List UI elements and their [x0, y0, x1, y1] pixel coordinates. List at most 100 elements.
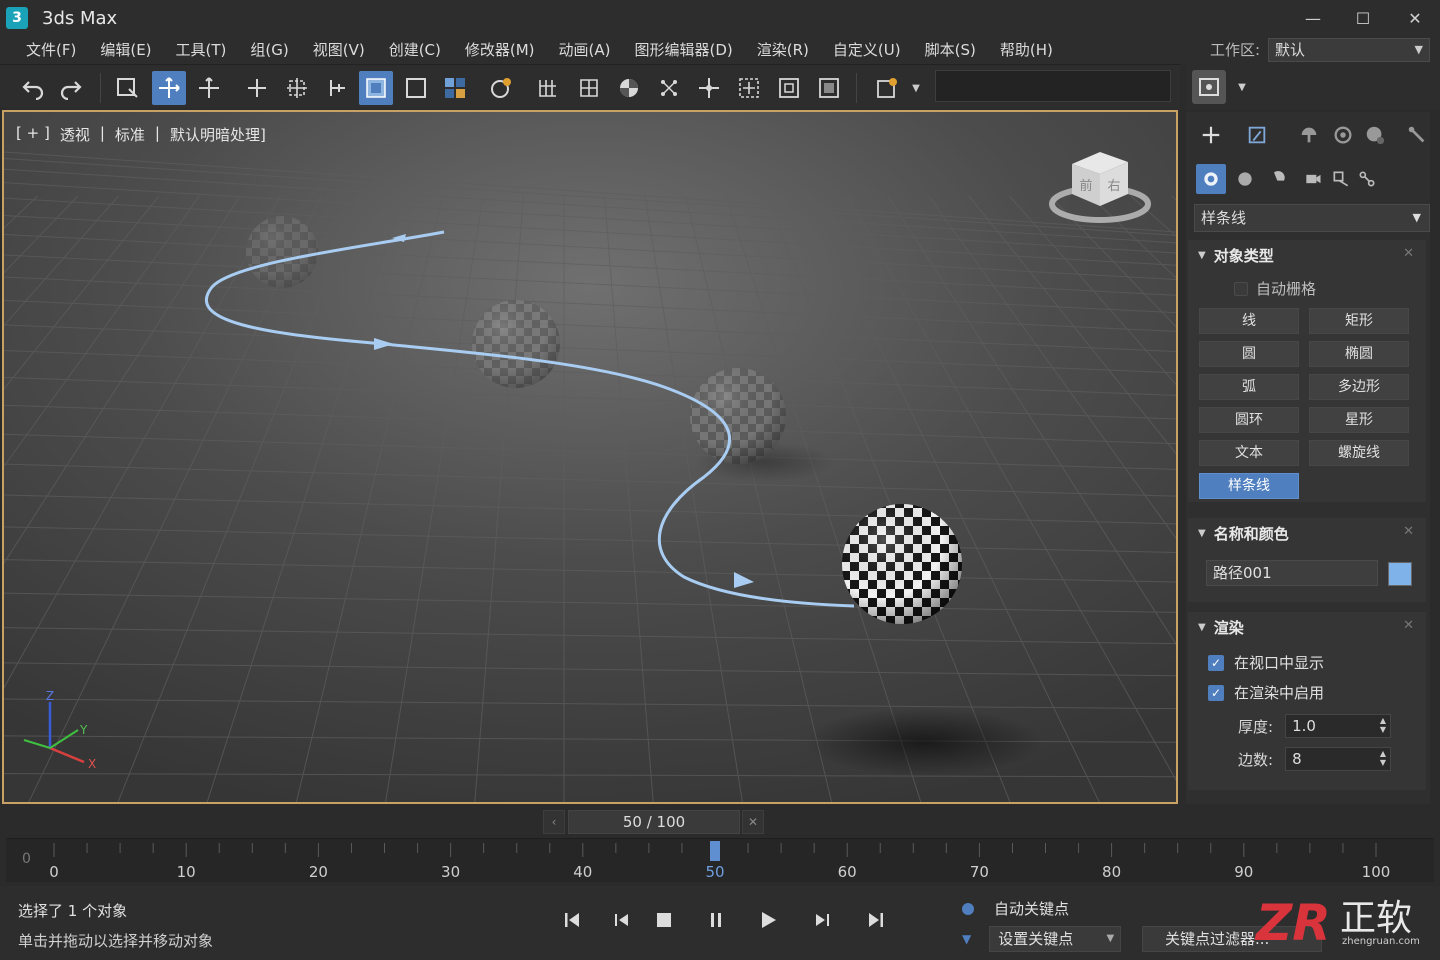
- curve-editor-button[interactable]: [772, 71, 806, 105]
- menu-tools[interactable]: 工具(T): [164, 36, 239, 64]
- menu-group[interactable]: 组(G): [238, 36, 300, 64]
- subtab-cameras[interactable]: [1298, 164, 1328, 194]
- subtab-geometry[interactable]: [1196, 164, 1226, 194]
- viewport-menu[interactable]: [ + ]: [16, 124, 50, 145]
- enable-in-render-row[interactable]: ✓ 在渲染中启用: [1208, 682, 1324, 703]
- tab-hierarchy[interactable]: [1294, 120, 1324, 150]
- menu-view[interactable]: 视图(V): [301, 36, 377, 64]
- track-bar[interactable]: 0 10 20 30 40 50 60 70 80 90 100 0: [6, 838, 1434, 882]
- select-region-button[interactable]: [399, 71, 433, 105]
- helix-button[interactable]: 螺旋线: [1309, 440, 1409, 466]
- name-color-header[interactable]: ▼ 名称和颜色 ✕: [1188, 518, 1426, 548]
- thickness-spinner[interactable]: 1.0 ▲ ▼: [1285, 714, 1392, 738]
- mirror-button[interactable]: [652, 71, 686, 105]
- redo-button[interactable]: [54, 71, 88, 105]
- subtab-shapes[interactable]: [1230, 164, 1260, 194]
- stop-button[interactable]: [650, 906, 678, 934]
- checker-sphere[interactable]: [842, 504, 962, 624]
- category-dropdown[interactable]: 样条线 ▼: [1194, 204, 1430, 232]
- text-button[interactable]: 文本: [1199, 440, 1299, 466]
- set-key-icon[interactable]: ▼: [962, 932, 971, 946]
- object-name-field[interactable]: 路径001: [1206, 560, 1378, 586]
- tab-utilities[interactable]: [1402, 120, 1432, 150]
- circle-button[interactable]: 圆: [1199, 341, 1299, 367]
- current-frame-marker[interactable]: [710, 841, 720, 861]
- menu-animation[interactable]: 动画(A): [547, 36, 623, 64]
- viewport-standard[interactable]: 标准: [115, 124, 145, 145]
- command-panel-toggle[interactable]: [1192, 70, 1226, 104]
- show-in-viewport-row[interactable]: ✓ 在视口中显示: [1208, 652, 1324, 673]
- close-button[interactable]: ✕: [1390, 0, 1440, 36]
- menu-graph-editors[interactable]: 图形编辑器(D): [623, 36, 745, 64]
- star-button[interactable]: 星形: [1309, 407, 1409, 433]
- select-place-button[interactable]: [280, 71, 314, 105]
- line-button[interactable]: 线: [1199, 308, 1299, 334]
- autogrid-checkbox[interactable]: [1234, 281, 1248, 296]
- maximize-button[interactable]: ☐: [1338, 0, 1388, 36]
- next-frame-button[interactable]: [808, 906, 836, 934]
- play-button[interactable]: [754, 906, 782, 934]
- prev-frame-button[interactable]: ‹: [543, 810, 565, 834]
- menu-modifiers[interactable]: 修改器(M): [453, 36, 547, 64]
- tab-motion[interactable]: [1328, 120, 1358, 150]
- viewport-pov[interactable]: 透视: [60, 124, 90, 145]
- perspective-viewport[interactable]: 前 右 Z X Y [ + ] 透视 | 标准 | 默认明暗处理]: [2, 110, 1178, 804]
- align-button[interactable]: [692, 71, 726, 105]
- set-key-dropdown[interactable]: 设置关键点 ▼: [989, 926, 1122, 952]
- object-type-header[interactable]: ▼ 对象类型 ✕: [1188, 240, 1426, 270]
- viewport-label[interactable]: [ + ] 透视 | 标准 | 默认明暗处理]: [16, 124, 266, 145]
- material-editor-button[interactable]: [612, 71, 646, 105]
- previous-frame-button[interactable]: [608, 906, 636, 934]
- select-scale-button[interactable]: [240, 71, 274, 105]
- menu-file[interactable]: 文件(F): [14, 36, 88, 64]
- go-to-end-button[interactable]: [862, 906, 890, 934]
- go-to-start-button[interactable]: [558, 906, 586, 934]
- reference-coord-button[interactable]: [320, 71, 354, 105]
- spline-button[interactable]: 样条线: [1199, 473, 1299, 499]
- close-icon[interactable]: ✕: [1403, 246, 1414, 261]
- tab-display[interactable]: [1360, 120, 1390, 150]
- rendering-header[interactable]: ▼ 渲染 ✕: [1188, 612, 1426, 642]
- undo-button[interactable]: [16, 71, 50, 105]
- spinner-arrows-icon[interactable]: ▲ ▼: [1380, 716, 1386, 734]
- time-slider-bar[interactable]: 50 / 100: [568, 810, 740, 834]
- menu-create[interactable]: 创建(C): [377, 36, 453, 64]
- enable-in-render-checkbox[interactable]: ✓: [1208, 684, 1224, 701]
- spinner-arrows-icon[interactable]: ▲ ▼: [1380, 749, 1386, 767]
- subtab-systems[interactable]: [1352, 164, 1382, 194]
- render-dropdown-button[interactable]: ▼: [906, 71, 926, 105]
- named-selection-input[interactable]: [935, 70, 1171, 102]
- render-setup-button[interactable]: [870, 71, 904, 105]
- donut-button[interactable]: 圆环: [1199, 407, 1299, 433]
- subtab-lights[interactable]: [1264, 164, 1294, 194]
- close-icon[interactable]: ✕: [1403, 524, 1414, 539]
- viewport-shading[interactable]: 默认明暗处理]: [170, 124, 266, 145]
- sides-spinner[interactable]: 8 ▲ ▼: [1285, 747, 1392, 771]
- menu-rendering[interactable]: 渲染(R): [745, 36, 821, 64]
- layer-explorer-button[interactable]: [732, 71, 766, 105]
- ellipse-button[interactable]: 椭圆: [1309, 341, 1409, 367]
- menu-help[interactable]: 帮助(H): [988, 36, 1065, 64]
- menu-customize[interactable]: 自定义(U): [821, 36, 913, 64]
- select-object-button[interactable]: [110, 71, 144, 105]
- autogrid-row[interactable]: 自动栅格: [1234, 278, 1316, 299]
- percent-snap-button[interactable]: [572, 71, 606, 105]
- close-icon[interactable]: ✕: [1403, 618, 1414, 633]
- schematic-view-button[interactable]: [812, 71, 846, 105]
- menu-edit[interactable]: 编辑(E): [88, 36, 163, 64]
- polygon-button[interactable]: 多边形: [1309, 374, 1409, 400]
- select-move-button[interactable]: [152, 71, 186, 105]
- pivot-center-button[interactable]: [359, 71, 393, 105]
- object-color-swatch[interactable]: [1388, 562, 1412, 586]
- tab-create[interactable]: [1196, 120, 1226, 150]
- panel-dropdown-button[interactable]: ▼: [1232, 70, 1252, 104]
- snap-toggle-button[interactable]: [484, 71, 518, 105]
- minimize-button[interactable]: —: [1288, 0, 1338, 36]
- window-crossing-button[interactable]: [438, 71, 472, 105]
- auto-key-toggle[interactable]: 自动关键点: [962, 898, 1069, 919]
- select-rotate-button[interactable]: [192, 71, 226, 105]
- tab-modify[interactable]: [1242, 120, 1272, 150]
- next-frame-button[interactable]: ✕: [742, 810, 764, 834]
- pause-button[interactable]: [702, 906, 730, 934]
- workspace-dropdown[interactable]: 默认 ▼: [1268, 38, 1430, 62]
